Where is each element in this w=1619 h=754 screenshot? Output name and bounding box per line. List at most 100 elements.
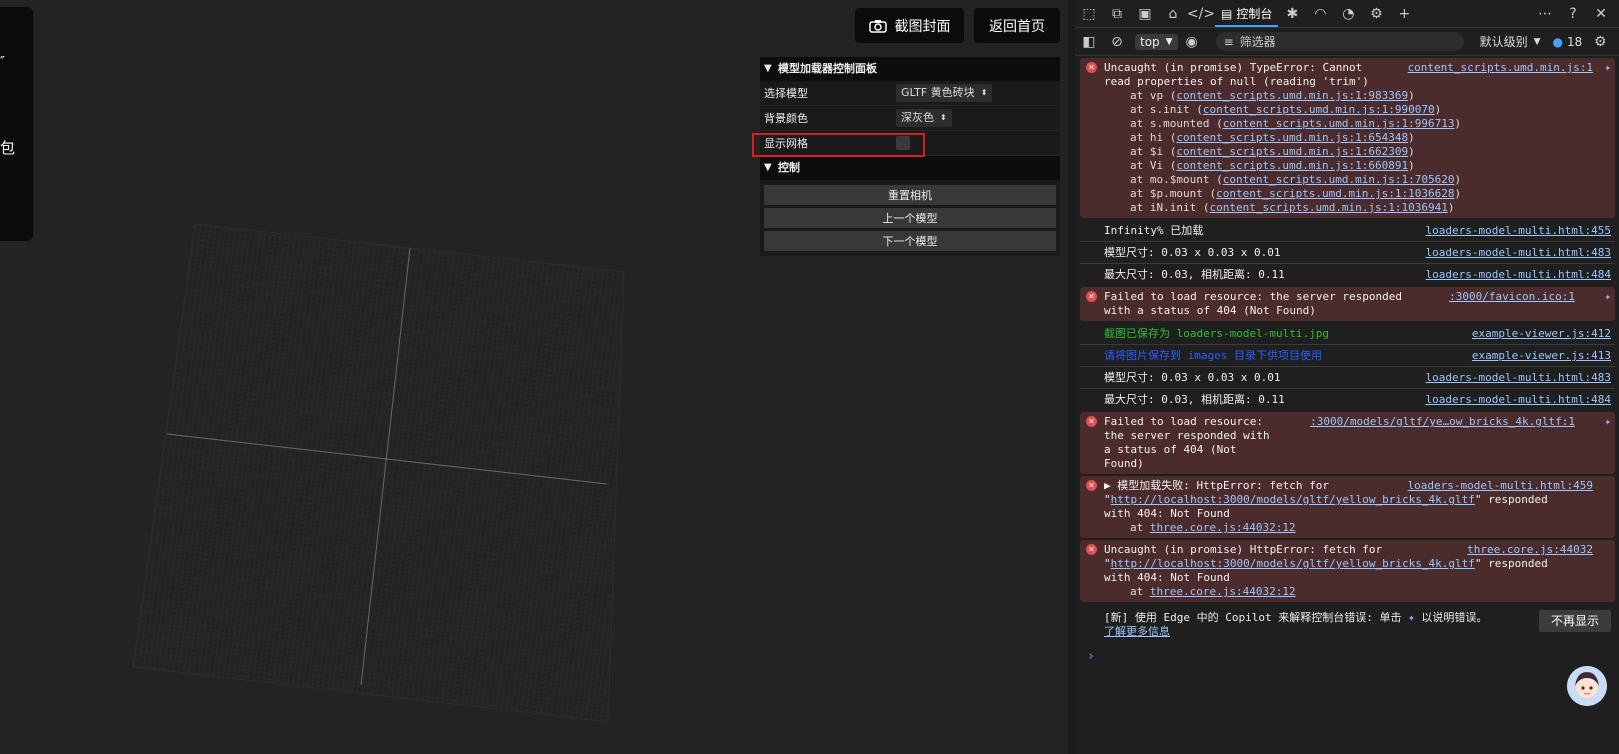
inspect-element-icon[interactable]: ⬚ xyxy=(1075,2,1103,26)
console-error: ✕ Failed to load resource: the server re… xyxy=(1080,412,1615,474)
error-source-link[interactable]: content_scripts.umd.min.js:1 xyxy=(1407,61,1593,75)
error-source-link[interactable]: :3000/favicon.ico:1 xyxy=(1449,290,1575,304)
log-source-link[interactable]: loaders-model-multi.html:484 xyxy=(1426,393,1611,407)
log-source-link[interactable]: loaders-model-multi.html:484 xyxy=(1426,268,1611,282)
live-expression-eye-icon[interactable]: ◉ xyxy=(1178,30,1206,54)
copilot-explain-icon[interactable]: ✦ xyxy=(1604,61,1611,75)
stack-link[interactable]: content_scripts.umd.min.js:1:705620 xyxy=(1223,173,1455,186)
info-panel: ″ 包 xyxy=(0,7,33,241)
highlight-box xyxy=(752,133,925,157)
console-settings-gear-icon[interactable]: ⚙ xyxy=(1586,30,1614,54)
error-icon: ✕ xyxy=(1086,291,1097,302)
device-emulation-icon[interactable]: ⧉ xyxy=(1103,2,1131,26)
gui-panel-title[interactable]: ▼ 模型加载器控制面板 xyxy=(760,57,1060,81)
error-url-link[interactable]: http://localhost:3000/models/gltf/yellow… xyxy=(1111,557,1475,570)
next-model-button[interactable]: 下一个模型 xyxy=(764,231,1056,251)
copilot-explain-icon[interactable]: ✦ xyxy=(1604,415,1611,429)
log-text: 截图已保存为 xyxy=(1104,327,1170,340)
console-prompt-chevron-icon[interactable]: › xyxy=(1087,650,1619,664)
stack-link[interactable]: content_scripts.umd.min.js:1:983369 xyxy=(1176,89,1408,102)
tab-console-label: 控制台 xyxy=(1236,7,1273,21)
stack-link[interactable]: content_scripts.umd.min.js:1:990070 xyxy=(1203,103,1435,116)
copilot-explain-icon[interactable]: ✦ xyxy=(1604,290,1611,304)
issues-counter[interactable]: ● 18 xyxy=(1553,35,1583,49)
stack-frame: at hi (content_scripts.umd.min.js:1:6543… xyxy=(1130,131,1415,144)
screenshot-cover-label: 截图封面 xyxy=(894,18,951,35)
clear-console-icon[interactable]: ⊘ xyxy=(1103,30,1131,54)
copilot-hint-text: [新] 使用 Edge 中的 Copilot 来解释控制台错误: 单击 xyxy=(1104,611,1402,624)
context-selector-value: top xyxy=(1140,34,1160,49)
performance-gauge-icon[interactable]: ◔ xyxy=(1334,2,1362,26)
stack-fn: at xyxy=(1130,585,1150,598)
stack-link[interactable]: content_scripts.umd.min.js:1:662309 xyxy=(1176,145,1408,158)
error-text: Failed to load resource: the server resp… xyxy=(1104,415,1270,470)
panel-divider[interactable] xyxy=(1068,0,1075,754)
bg-color-value: 深灰色 xyxy=(901,111,934,124)
copilot-avatar-icon[interactable] xyxy=(1567,666,1607,706)
welcome-home-icon[interactable]: ⌂ xyxy=(1159,2,1187,26)
screenshot-cover-button[interactable]: 截图封面 xyxy=(855,8,964,43)
control-folder-title[interactable]: ▼ 控制 xyxy=(760,156,1060,180)
error-url-link[interactable]: http://localhost:3000/models/gltf/yellow… xyxy=(1111,493,1475,506)
viewer-viewport[interactable]: ″ 包 截图封面 返回首页 ▼ 模型加载器控制面板 选择模型 GLTF 黄色砖块… xyxy=(0,0,1068,754)
sidebar-toggle-icon[interactable]: ◧ xyxy=(1075,30,1103,54)
prev-model-button[interactable]: 上一个模型 xyxy=(764,208,1056,228)
log-source-link[interactable]: example-viewer.js:412 xyxy=(1472,327,1611,341)
console-error: ✕ Uncaught (in promise) TypeError: Canno… xyxy=(1080,58,1615,218)
bg-color-label: 背景颜色 xyxy=(764,112,808,125)
model-select[interactable]: GLTF 黄色砖块 ⬍ xyxy=(896,84,993,102)
error-text: Failed to load resource: the server resp… xyxy=(1104,290,1403,317)
bg-color-select[interactable]: 深灰色 ⬍ xyxy=(896,109,952,127)
more-options-icon[interactable]: ⋯ xyxy=(1531,2,1559,26)
stack-link[interactable]: content_scripts.umd.min.js:1:1036628 xyxy=(1216,187,1454,200)
stack-link[interactable]: three.core.js:44032:12 xyxy=(1150,585,1296,598)
context-selector[interactable]: top ▼ xyxy=(1135,33,1178,50)
filter-input[interactable]: ≡ 筛选器 xyxy=(1215,32,1464,51)
network-wifi-icon[interactable]: ◠ xyxy=(1306,2,1334,26)
dont-show-again-button[interactable]: 不再显示 xyxy=(1538,610,1611,632)
tab-console[interactable]: ▤ 控制台 xyxy=(1215,0,1279,27)
stack-link[interactable]: content_scripts.umd.min.js:1:996713 xyxy=(1223,117,1455,130)
reset-camera-button[interactable]: 重置相机 xyxy=(764,185,1056,205)
stack-link[interactable]: content_scripts.umd.min.js:1:1036941 xyxy=(1209,201,1447,214)
error-source-link[interactable]: three.core.js:44032 xyxy=(1467,543,1593,557)
info-char-2: 包 xyxy=(0,139,16,157)
console-log: 最大尺寸: 0.03, 相机距离: 0.11 loaders-model-mul… xyxy=(1080,389,1615,410)
log-level-selector[interactable]: 默认级别 ▼ xyxy=(1480,33,1541,50)
stack-link[interactable]: content_scripts.umd.min.js:1:660891 xyxy=(1176,159,1408,172)
log-source-link[interactable]: loaders-model-multi.html:483 xyxy=(1426,371,1611,385)
log-text-filename: loaders-model-multi.jpg xyxy=(1176,327,1329,340)
console-toolbar: ◧ ⊘ top ▼ ◉ ≡ 筛选器 默认级别 ▼ ● 18 ⚙ xyxy=(1075,28,1619,56)
learn-more-link[interactable]: 了解更多信息 xyxy=(1104,625,1170,638)
error-source-link[interactable]: loaders-model-multi.html:459 xyxy=(1407,479,1593,493)
stack-frame: at $p.mount (content_scripts.umd.min.js:… xyxy=(1130,187,1462,200)
stack-link[interactable]: content_scripts.umd.min.js:1:654348 xyxy=(1176,131,1408,144)
stack-link[interactable]: three.core.js:44032:12 xyxy=(1150,521,1296,534)
home-button[interactable]: 返回首页 xyxy=(974,8,1060,43)
log-source-link[interactable]: example-viewer.js:413 xyxy=(1472,349,1611,363)
select-arrows-icon: ⬍ xyxy=(940,113,947,122)
stack-frame: at s.init (content_scripts.umd.min.js:1:… xyxy=(1130,103,1442,116)
settings-gear-icon[interactable]: ⚙ xyxy=(1362,2,1390,26)
copilot-icon: ✦ xyxy=(1408,611,1415,624)
stack-frame: at iN.init (content_scripts.umd.min.js:1… xyxy=(1130,201,1455,214)
bg-color-row: 背景颜色 深灰色 ⬍ xyxy=(760,106,1060,131)
dock-side-icon[interactable]: ▣ xyxy=(1131,2,1159,26)
stack-fn: at Vi ( xyxy=(1130,159,1177,172)
add-tab-plus-icon[interactable]: + xyxy=(1390,2,1418,26)
stack-frame: at Vi (content_scripts.umd.min.js:1:6608… xyxy=(1130,159,1415,172)
log-source-link[interactable]: loaders-model-multi.html:455 xyxy=(1426,224,1611,238)
stack-trace: at vp (content_scripts.umd.min.js:1:9833… xyxy=(1104,89,1609,215)
log-source-link[interactable]: loaders-model-multi.html:483 xyxy=(1426,246,1611,260)
help-icon[interactable]: ? xyxy=(1559,2,1587,26)
stack-frame: at $i (content_scripts.umd.min.js:1:6623… xyxy=(1130,145,1415,158)
error-source-link[interactable]: :3000/models/gltf/ye…ow_bricks_4k.gltf:1 xyxy=(1310,415,1575,429)
elements-tab-icon[interactable]: </> xyxy=(1187,2,1215,26)
sources-bug-icon[interactable]: ✱ xyxy=(1278,2,1306,26)
console-log: 模型尺寸: 0.03 x 0.03 x 0.01 loaders-model-m… xyxy=(1080,242,1615,264)
error-icon: ✕ xyxy=(1086,62,1097,73)
error-icon: ✕ xyxy=(1086,416,1097,427)
caret-down-icon: ▼ xyxy=(1165,36,1173,47)
close-icon[interactable]: ✕ xyxy=(1587,2,1615,26)
copilot-hint-text-2: 以说明错误。 xyxy=(1421,611,1488,624)
